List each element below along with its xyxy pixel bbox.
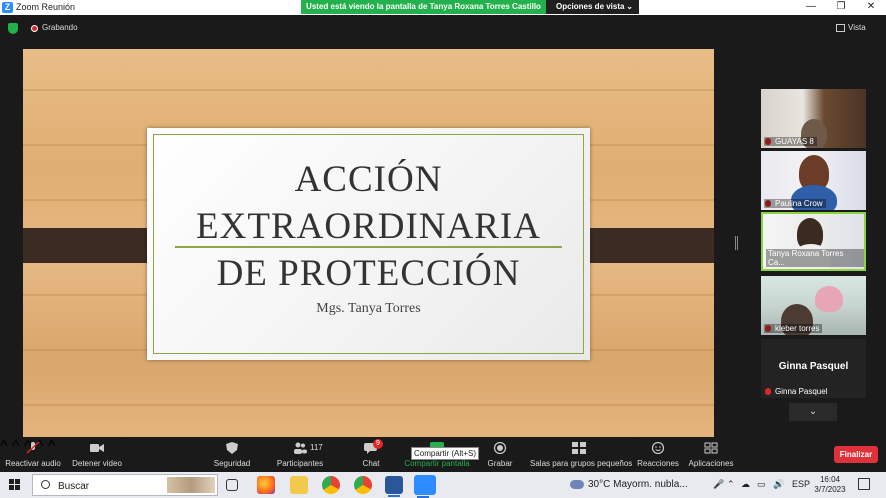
- search-placeholder: Buscar: [58, 481, 90, 492]
- restore-button[interactable]: ❐: [826, 0, 856, 15]
- participant-tile[interactable]: GUAYAS 8: [761, 89, 866, 148]
- chrome-profile-icon[interactable]: [354, 476, 372, 494]
- notification-icon[interactable]: [858, 478, 870, 490]
- clock-date: 3/7/2023: [814, 485, 846, 494]
- slide-title-line1: ACCIÓN: [294, 159, 443, 200]
- slide-title-line3: DE PROTECCIÓN: [216, 253, 521, 294]
- participant-tile-active-speaker[interactable]: Tanya Roxana Torres Ca...: [761, 212, 866, 271]
- participants-label: Participantes: [276, 459, 324, 468]
- taskbar-search-box[interactable]: Buscar: [32, 474, 218, 496]
- view-button[interactable]: Vista: [848, 23, 866, 32]
- recording-icon: [31, 25, 38, 32]
- meeting-topbar: Grabando Vista: [0, 15, 886, 41]
- view-options-button[interactable]: Opciones de vista ⌄: [546, 0, 639, 14]
- record-label: Grabar: [487, 459, 513, 468]
- participant-name: Ginna Pasquel: [775, 387, 828, 396]
- window-title: Zoom Reunión: [16, 2, 76, 12]
- scroll-down-button[interactable]: ⌄: [789, 403, 837, 421]
- participant-tile[interactable]: Ginna Pasquel Ginna Pasquel: [761, 339, 866, 398]
- slide-title-card: ACCIÓN EXTRAORDINARIA DE PROTECCIÓN Mgs.…: [147, 128, 590, 360]
- unmute-label: Reactivar audio: [5, 459, 61, 468]
- participant-big-name: Ginna Pasquel: [778, 361, 849, 372]
- shared-screen: ACCIÓN EXTRAORDINARIA DE PROTECCIÓN Mgs.…: [23, 49, 714, 437]
- minimize-button[interactable]: —: [796, 0, 826, 15]
- slide-title-line2: EXTRAORDINARIA: [196, 206, 541, 247]
- windows-taskbar: Buscar 30°C Mayorm. nubla... 🎤 ⌃ ☁ ▭ 🔊 E…: [0, 472, 886, 498]
- cloud-icon: [570, 479, 584, 489]
- onedrive-icon[interactable]: ☁: [741, 479, 750, 490]
- reactions-label: Reacciones: [637, 459, 679, 468]
- unmute-button[interactable]: Reactivar audio: [4, 438, 62, 472]
- participant-tile[interactable]: kleber torres: [761, 276, 866, 335]
- breakout-rooms-button[interactable]: Salas para grupos pequeños: [530, 438, 633, 472]
- panel-resize-handle[interactable]: [735, 236, 738, 250]
- chat-unread-badge: 9: [373, 439, 383, 449]
- task-view-icon[interactable]: [226, 479, 238, 491]
- muted-mic-icon: [26, 442, 40, 454]
- participants-count: 117: [310, 443, 323, 452]
- share-screen-label: Compartir pantalla: [404, 459, 470, 468]
- record-icon: [493, 442, 507, 454]
- apps-icon: [704, 442, 718, 454]
- participant-name: Tanya Roxana Torres Ca...: [766, 249, 864, 267]
- file-explorer-icon[interactable]: [290, 476, 308, 494]
- language-indicator[interactable]: ESP: [792, 479, 810, 489]
- slide-author: Mgs. Tanya Torres: [316, 301, 421, 316]
- security-button[interactable]: Seguridad: [210, 438, 254, 472]
- taskbar-clock[interactable]: 16:04 3/7/2023: [814, 475, 846, 495]
- screen-share-banner: Usted está viendo la pantalla de Tanya R…: [301, 0, 546, 14]
- view-grid-icon: [836, 24, 845, 32]
- search-icon: [41, 480, 50, 489]
- reactions-button[interactable]: Reacciones: [637, 438, 679, 472]
- shield-icon: [226, 442, 238, 454]
- security-label: Seguridad: [213, 459, 251, 468]
- chevron-down-icon: ⌄: [626, 2, 633, 11]
- mic-tray-icon[interactable]: 🎤: [713, 479, 724, 490]
- tray-chevron-icon[interactable]: ⌃: [727, 479, 735, 490]
- end-meeting-button[interactable]: Finalizar: [834, 446, 878, 463]
- share-tooltip: Compartir (Alt+S): [411, 447, 479, 460]
- word-icon[interactable]: [385, 476, 403, 497]
- chrome-icon[interactable]: [322, 476, 340, 494]
- volume-icon[interactable]: 🔊: [773, 479, 784, 490]
- participant-name: kleber torres: [764, 324, 823, 333]
- zoom-taskbar-icon[interactable]: [414, 475, 436, 498]
- network-icon[interactable]: ▭: [757, 479, 766, 490]
- security-shield-icon[interactable]: [8, 23, 18, 34]
- weather-text: 30°C Mayorm. nubla...: [588, 479, 688, 490]
- view-options-label: Opciones de vista: [556, 2, 625, 11]
- record-button[interactable]: Grabar: [486, 438, 514, 472]
- stop-video-label: Detener video: [72, 459, 122, 468]
- windows-start-icon[interactable]: [9, 479, 21, 491]
- firefox-icon[interactable]: [257, 476, 275, 494]
- apps-button[interactable]: Aplicaciones: [688, 438, 734, 472]
- participant-tile[interactable]: Paulina Crow: [761, 151, 866, 210]
- participants-icon: [294, 442, 307, 454]
- video-camera-icon: [90, 444, 104, 452]
- zoom-logo-icon: Z: [2, 2, 13, 13]
- breakout-rooms-icon: [572, 442, 586, 454]
- recording-status[interactable]: Grabando: [42, 23, 78, 32]
- smiley-icon: [651, 442, 665, 454]
- search-highlight-image: [167, 477, 215, 493]
- breakout-rooms-label: Salas para grupos pequeños: [530, 459, 633, 468]
- close-button[interactable]: ✕: [856, 0, 886, 15]
- participant-name: GUAYAS 8: [764, 137, 817, 146]
- stop-video-button[interactable]: Detener video: [68, 438, 126, 472]
- weather-widget[interactable]: 30°C Mayorm. nubla...: [570, 479, 688, 490]
- participant-name: Paulina Crow: [764, 199, 826, 208]
- chat-label: Chat: [362, 459, 380, 468]
- window-titlebar: Z Zoom Reunión Usted está viendo la pant…: [0, 0, 886, 15]
- clock-time: 16:04: [819, 475, 841, 484]
- slide-strip-left: [23, 228, 162, 263]
- slide-strip-right: [574, 228, 714, 263]
- apps-label: Aplicaciones: [688, 459, 734, 468]
